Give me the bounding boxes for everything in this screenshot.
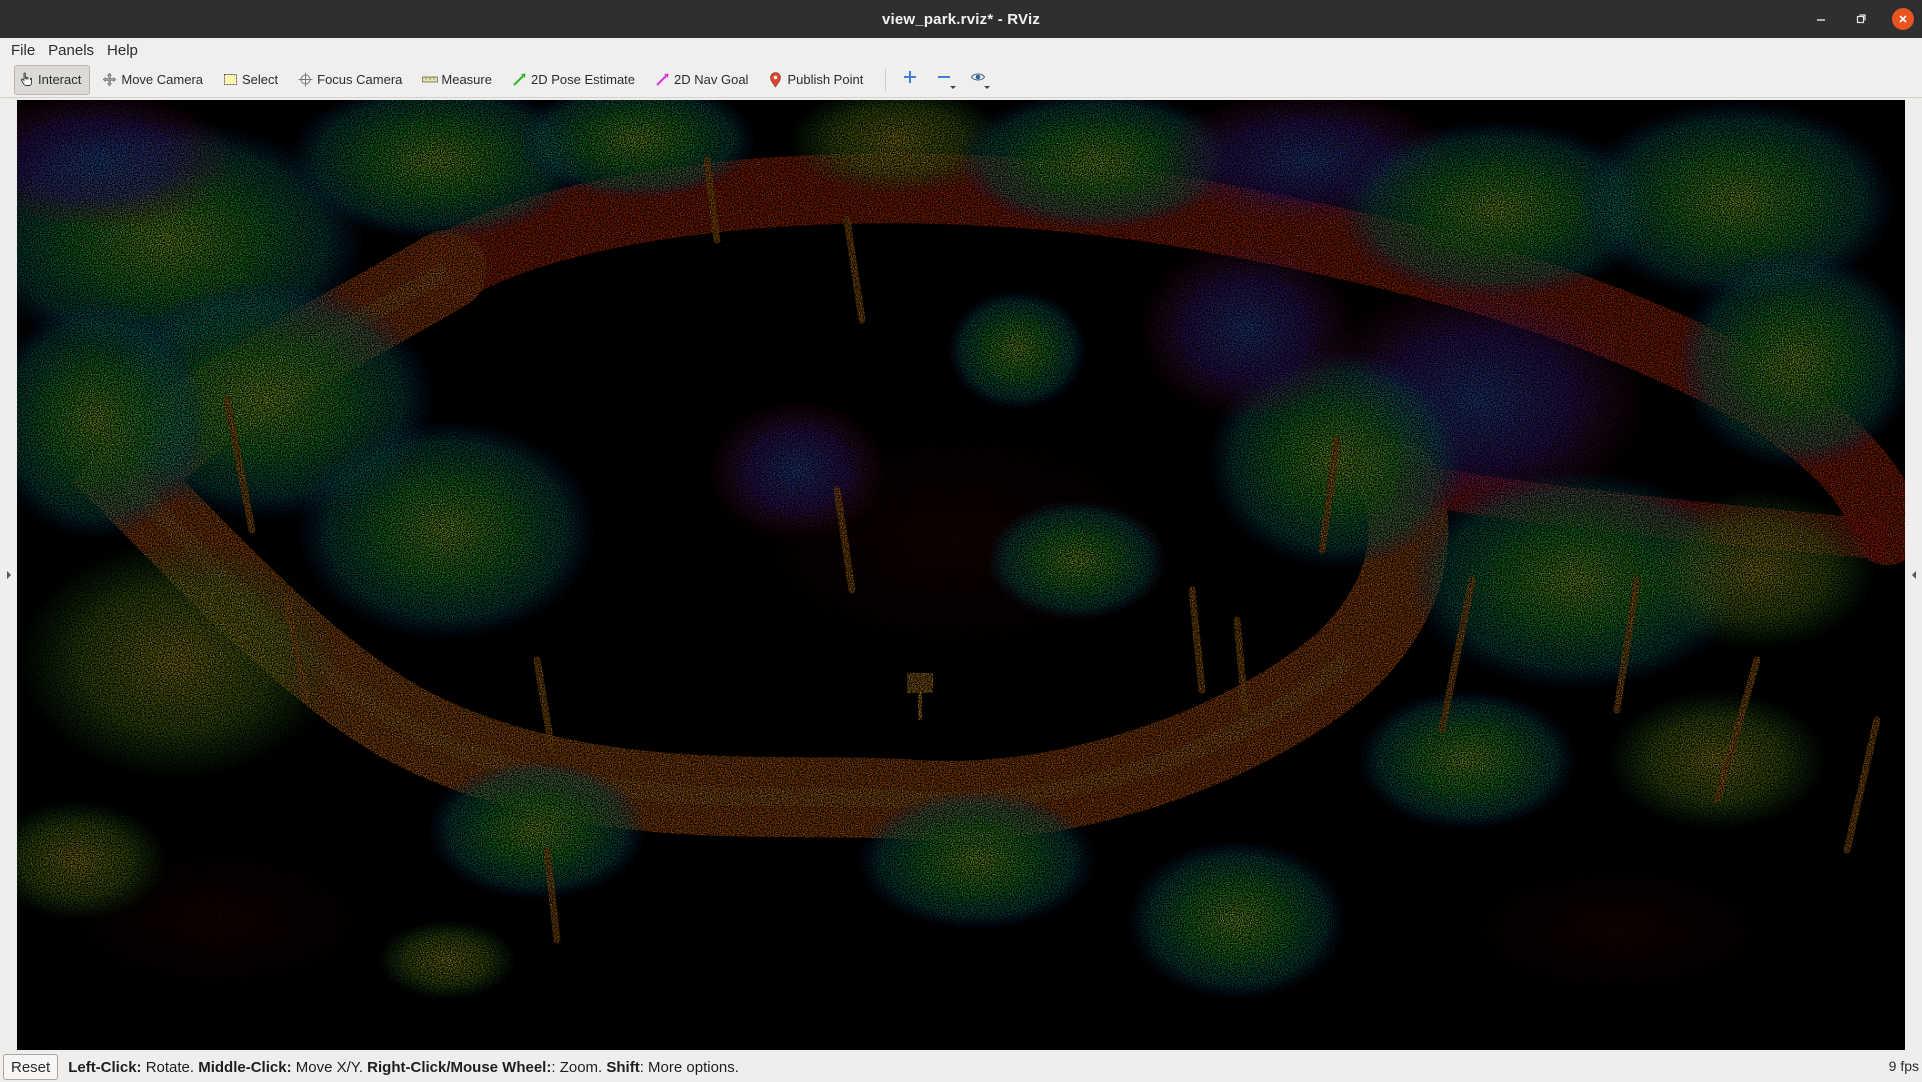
hint-left-click-key: Left-Click: — [68, 1058, 142, 1076]
chevron-down-icon — [984, 85, 991, 89]
move-camera-icon — [101, 71, 118, 88]
hint-shift-key: Shift — [606, 1058, 640, 1076]
chevron-left-icon — [1911, 571, 1916, 579]
pose-estimate-tool-button[interactable]: 2D Pose Estimate — [508, 65, 643, 95]
menu-help[interactable]: Help — [102, 42, 146, 59]
left-panel-collapse-handle[interactable] — [1, 100, 16, 1050]
window-title: view_park.rviz* - RViz — [881, 10, 1041, 28]
toolbar-divider — [885, 68, 887, 91]
fps-counter: 9 fps — [1888, 1058, 1919, 1074]
interact-tool-button[interactable]: Interact — [14, 64, 91, 95]
measure-tool-button[interactable]: Measure — [418, 65, 500, 95]
menu-file[interactable]: File — [6, 42, 43, 59]
move-camera-tool-button[interactable]: Move Camera — [98, 65, 211, 95]
hand-cursor-icon — [18, 71, 35, 88]
right-panel-collapse-handle[interactable] — [1906, 100, 1921, 1050]
focus-camera-icon — [297, 71, 314, 88]
window-controls — [1812, 0, 1914, 38]
map-pin-icon — [767, 71, 784, 88]
publish-point-tool-label: Publish Point — [787, 72, 864, 87]
move-camera-tool-label: Move Camera — [121, 72, 203, 87]
render-viewport[interactable] — [17, 100, 1905, 1050]
hint-right-click-key: Right-Click/Mouse Wheel: — [367, 1058, 552, 1076]
nav-goal-arrow-icon — [654, 71, 671, 88]
focus-camera-tool-button[interactable]: Focus Camera — [294, 65, 410, 95]
tool-visibility-button[interactable] — [964, 66, 992, 94]
focus-camera-tool-label: Focus Camera — [317, 72, 403, 87]
remove-tool-button[interactable] — [930, 66, 958, 94]
restore-icon[interactable] — [1852, 10, 1870, 28]
hint-right-click-action: : Zoom. — [551, 1058, 607, 1076]
pose-estimate-arrow-icon — [511, 71, 528, 88]
mouse-hint-text: Left-Click: Rotate. Middle-Click: Move X… — [68, 1059, 739, 1076]
nav-goal-tool-label: 2D Nav Goal — [674, 72, 749, 87]
reset-button[interactable]: Reset — [3, 1054, 59, 1080]
measure-tool-label: Measure — [441, 72, 492, 87]
point-cloud-render — [17, 100, 1905, 1050]
select-tool-label: Select — [242, 72, 279, 87]
add-tool-icon — [902, 69, 918, 90]
tools-toolbar: Interact Move Camera Select Focus Camera… — [0, 62, 1922, 98]
chevron-down-icon — [950, 85, 957, 89]
publish-point-tool-button[interactable]: Publish Point — [764, 65, 871, 95]
select-tool-button[interactable]: Select — [219, 65, 286, 95]
add-tool-button[interactable] — [896, 66, 924, 94]
title-bar: view_park.rviz* - RViz — [0, 0, 1922, 38]
minimize-icon[interactable] — [1812, 10, 1830, 28]
status-bar: Reset Left-Click: Rotate. Middle-Click: … — [0, 1052, 1922, 1082]
select-box-icon — [222, 71, 239, 88]
nav-goal-tool-button[interactable]: 2D Nav Goal — [651, 65, 756, 95]
close-icon[interactable] — [1892, 8, 1914, 30]
pose-estimate-tool-label: 2D Pose Estimate — [530, 72, 636, 87]
chevron-right-icon — [6, 571, 11, 579]
hint-middle-click-key: Middle-Click: — [198, 1058, 292, 1076]
menu-panels[interactable]: Panels — [43, 42, 102, 59]
ruler-icon — [421, 71, 438, 88]
menu-bar: File Panels Help — [0, 38, 1922, 62]
hint-left-click-action: Rotate. — [141, 1058, 199, 1076]
hint-middle-click-action: Move X/Y. — [291, 1058, 368, 1076]
interact-tool-label: Interact — [38, 72, 82, 87]
hint-shift-action: : More options. — [639, 1058, 739, 1076]
